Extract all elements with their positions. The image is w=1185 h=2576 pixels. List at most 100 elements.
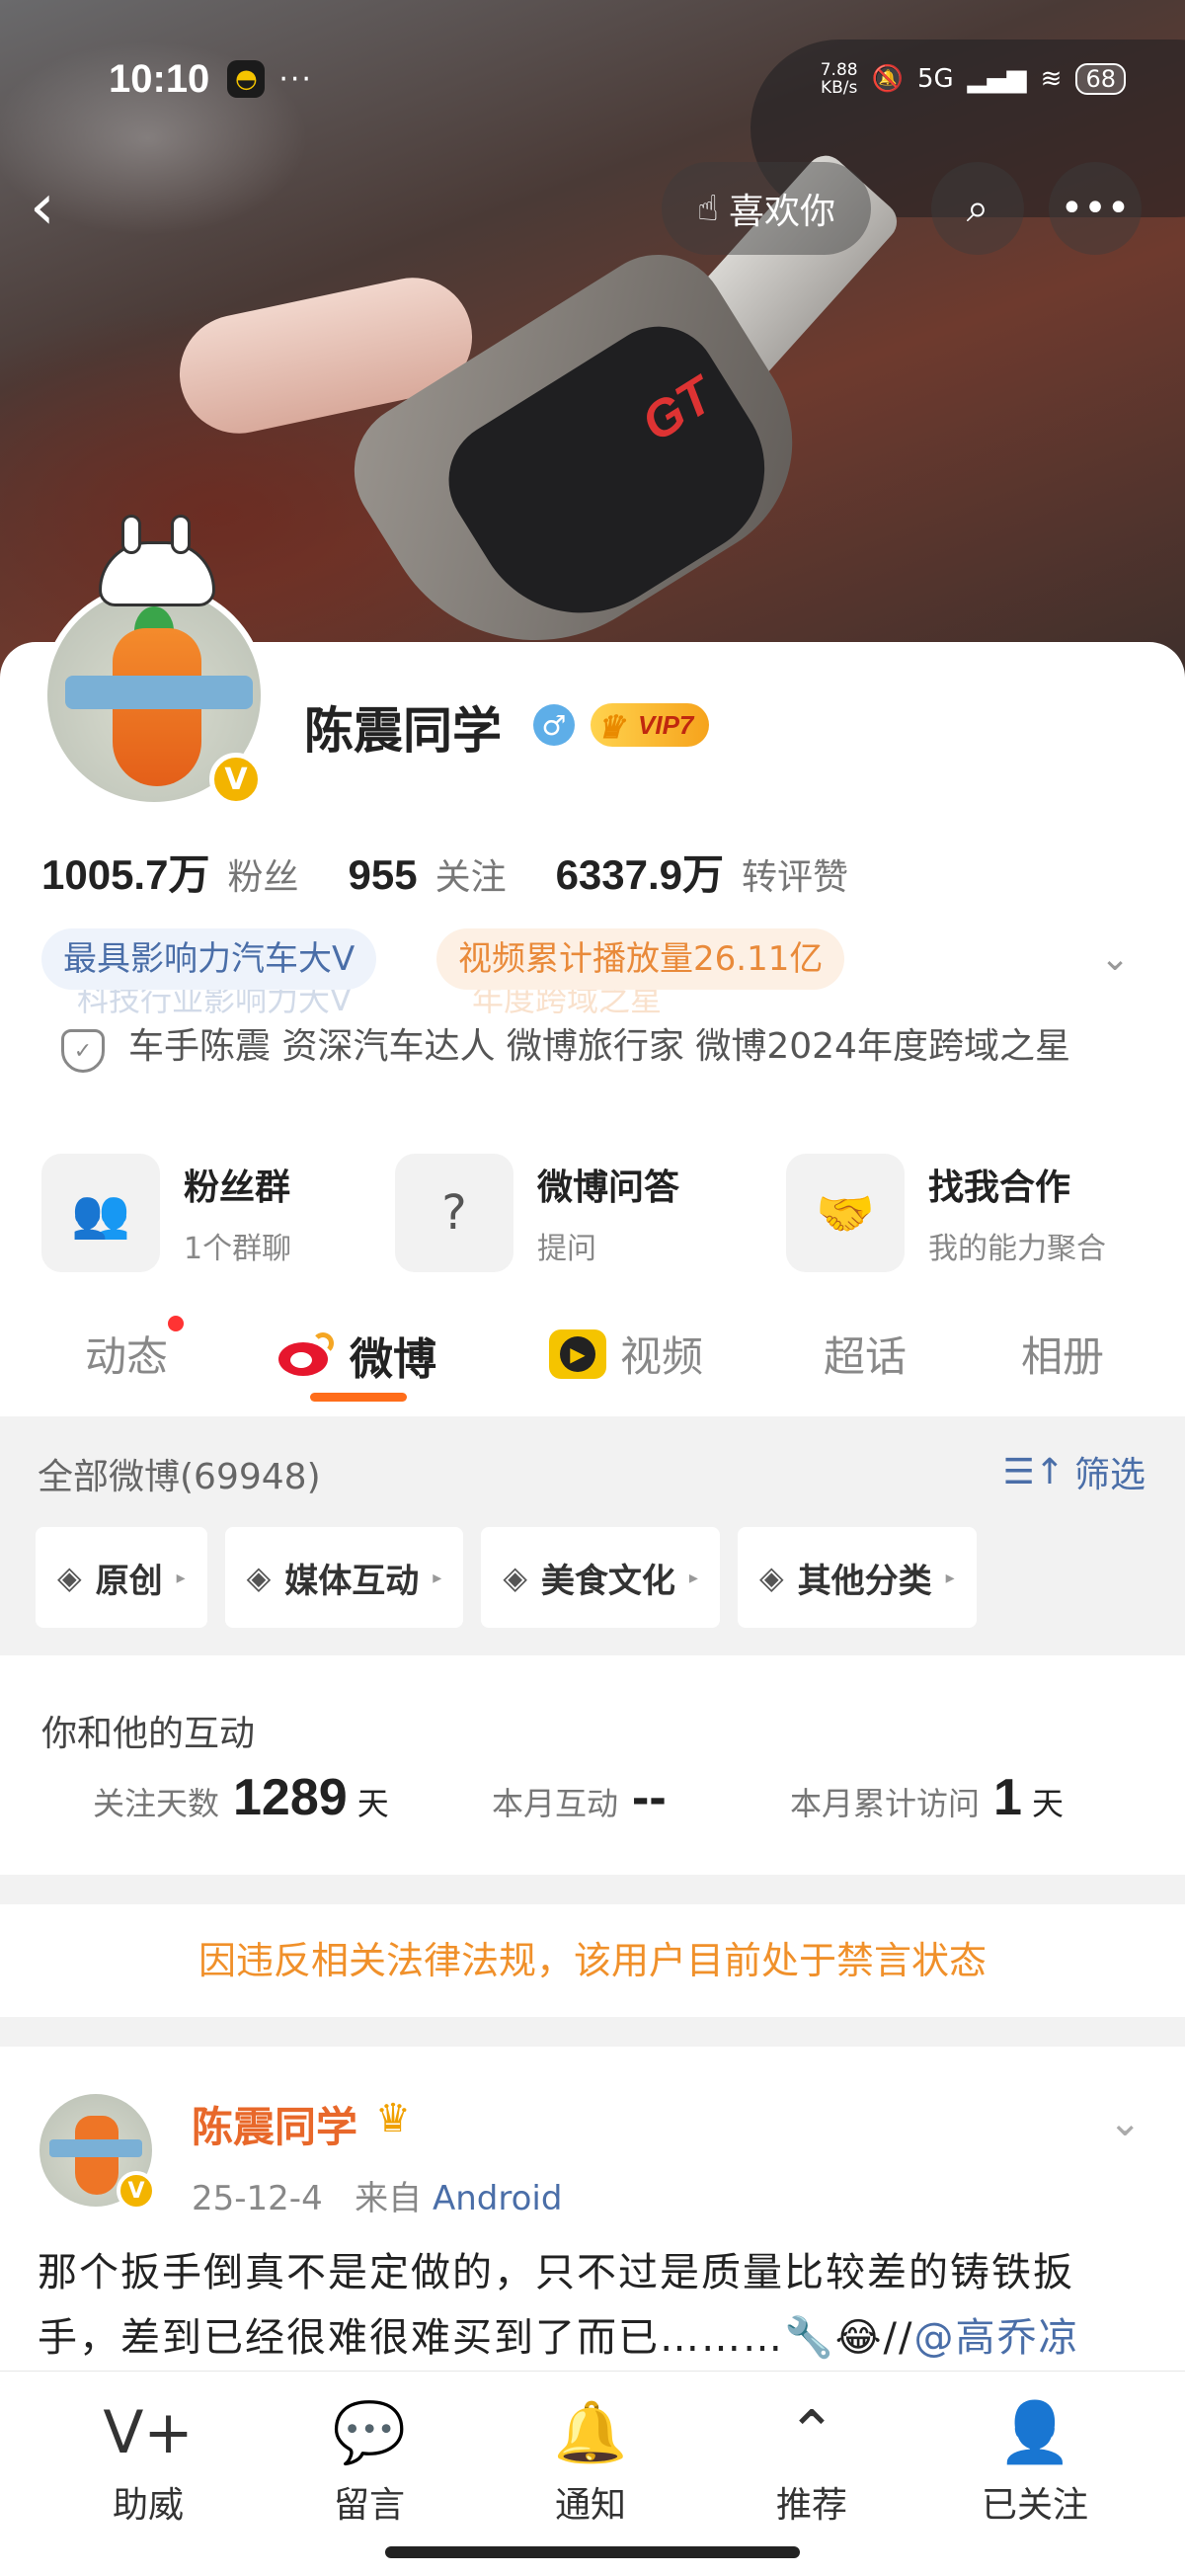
stat-value: 1005.7万 bbox=[41, 851, 210, 898]
tab-label: 视频 bbox=[620, 1332, 704, 1381]
interaction-panel: 你和他的互动 关注天数 1289 天 本月互动 -- 本月累计访问 1 天 bbox=[0, 1655, 1185, 1875]
vip-badge[interactable]: ♛ VIP7 bbox=[591, 703, 710, 747]
stat-label: 转评赞 bbox=[742, 857, 849, 898]
nav-followed[interactable]: 👤 已关注 bbox=[956, 2393, 1114, 2528]
network-type: 5G bbox=[916, 64, 954, 94]
chip-food[interactable]: ◈ 美食文化 ▸ bbox=[481, 1527, 720, 1628]
group-people-icon: 👥 bbox=[41, 1154, 160, 1272]
crown-icon: ♛ bbox=[375, 2096, 411, 2141]
chip-original[interactable]: ◈ 原创 ▸ bbox=[36, 1527, 207, 1628]
status-time: 10:10 bbox=[109, 56, 210, 101]
tab-super-topic[interactable]: 超话 bbox=[824, 1324, 907, 1384]
stat-followers[interactable]: 1005.7万 粉丝 bbox=[41, 842, 298, 902]
active-tab-indicator bbox=[310, 1393, 407, 1402]
banned-notice: 因违反相关法律法规，该用户目前处于禁言状态 bbox=[0, 1904, 1185, 2017]
unread-dot bbox=[168, 1316, 185, 1331]
search-button[interactable]: ⌕ bbox=[931, 162, 1024, 255]
profile-description: ✓ 车手陈震 资深汽车达人 微博旅行家 微博2024年度跨域之星 bbox=[61, 1021, 1108, 1073]
qa-entry[interactable]: ? 微博问答 提问 bbox=[395, 1154, 679, 1272]
home-indicator[interactable] bbox=[385, 2546, 800, 2558]
follow-days-unit: 天 bbox=[356, 1785, 389, 1822]
nav-recommend[interactable]: ⌃ 推荐 bbox=[733, 2393, 891, 2528]
nav-cheer[interactable]: V+ 助威 bbox=[69, 2393, 227, 2528]
month-visits: 本月累计访问 1 天 bbox=[790, 1768, 1064, 1827]
tab-label: 动态 bbox=[85, 1332, 169, 1381]
cheer-icon: V+ bbox=[103, 2398, 194, 2467]
profile-stats: 1005.7万 粉丝 955 关注 6337.9万 转评赞 bbox=[41, 842, 898, 902]
tab-label: 相册 bbox=[1021, 1332, 1105, 1381]
tab-video[interactable]: ▶ 视频 bbox=[549, 1324, 703, 1384]
stat-following[interactable]: 955 关注 bbox=[348, 848, 506, 900]
stat-label: 粉丝 bbox=[227, 857, 299, 898]
bell-plus-icon: 🔔 bbox=[553, 2398, 628, 2467]
nav-label: 通知 bbox=[554, 2485, 626, 2526]
post-from-label: 来自 bbox=[355, 2179, 423, 2218]
tab-album[interactable]: 相册 bbox=[1021, 1324, 1104, 1384]
chip-label: 原创 bbox=[95, 1561, 163, 1601]
tag-video-plays[interactable]: 视频累计播放量26.11亿 bbox=[436, 928, 845, 990]
chip-media[interactable]: ◈ 媒体互动 ▸ bbox=[224, 1527, 464, 1628]
battery-icon: 68 bbox=[1075, 63, 1126, 95]
fan-group-entry[interactable]: 👥 粉丝群 1个群聊 bbox=[41, 1154, 291, 1272]
interaction-heading: 你和他的互动 bbox=[41, 1714, 256, 1754]
filter-icon: ☰↑ bbox=[1002, 1451, 1065, 1492]
mute-icon: 🔕 bbox=[871, 64, 904, 94]
bunny-ear-right bbox=[171, 515, 191, 554]
follow-days-label: 关注天数 bbox=[93, 1785, 220, 1822]
entry-subtitle: 我的能力聚合 bbox=[928, 1232, 1106, 1266]
weibo-logo-icon bbox=[278, 1332, 336, 1378]
post-date: 25-12-4 bbox=[192, 2179, 323, 2218]
nav-notify[interactable]: 🔔 通知 bbox=[512, 2393, 670, 2528]
chip-other[interactable]: ◈ 其他分类 ▸ bbox=[737, 1527, 977, 1628]
bottom-nav: V+ 助威 💬 留言 🔔 通知 ⌃ 推荐 👤 已关注 bbox=[0, 2371, 1185, 2576]
crown-icon: ♛ bbox=[596, 709, 625, 745]
handshake-icon: 🤝 bbox=[786, 1154, 905, 1272]
post-menu-chevron-icon[interactable]: ⌄ bbox=[1108, 2100, 1142, 2145]
cooperation-entry[interactable]: 🤝 找我合作我的能力聚合 bbox=[786, 1154, 1106, 1272]
back-button[interactable]: ‹ bbox=[30, 168, 89, 247]
month-interaction-value: -- bbox=[632, 1769, 667, 1826]
network-speed-value: 7.88 bbox=[820, 60, 858, 80]
tag-influence[interactable]: 最具影响力汽车大V bbox=[41, 928, 377, 990]
profile-tabs: 动态 微博 ▶ 视频 超话 相册 bbox=[0, 1304, 1185, 1412]
caret-right-icon: ▸ bbox=[176, 1567, 186, 1588]
follow-days-value: 1289 bbox=[233, 1769, 348, 1826]
tab-label: 超话 bbox=[824, 1332, 908, 1381]
tab-activity[interactable]: 动态 bbox=[85, 1316, 185, 1384]
filter-label: 筛选 bbox=[1073, 1455, 1146, 1495]
description-text: 车手陈震 资深汽车达人 微博旅行家 微博2024年度跨域之星 bbox=[128, 1026, 1070, 1067]
more-button[interactable]: ••• bbox=[1049, 162, 1142, 255]
entry-title: 找我合作 bbox=[928, 1167, 1071, 1208]
layers-icon: ◈ bbox=[503, 1559, 527, 1596]
expand-chevron-icon[interactable]: ⌄ bbox=[1100, 941, 1144, 977]
filter-button[interactable]: ☰↑ 筛选 bbox=[1003, 1446, 1146, 1497]
entry-subtitle: 1个群聊 bbox=[184, 1232, 292, 1266]
tab-weibo[interactable]: 微博 bbox=[278, 1324, 436, 1387]
status-more-dots: ··· bbox=[278, 61, 313, 97]
weibo-post[interactable]: V 陈震同学 ♛ 25-12-4 来自 Android ⌄ 那个扳手倒真不是定做… bbox=[0, 2047, 1185, 2373]
network-speed: 7.88 KB/s bbox=[821, 61, 858, 97]
divider bbox=[0, 1875, 1185, 1904]
nav-label: 留言 bbox=[333, 2485, 405, 2526]
chat-icon: 💬 bbox=[332, 2398, 407, 2467]
stat-likes[interactable]: 6337.9万 转评赞 bbox=[556, 842, 848, 902]
interaction-row: 关注天数 1289 天 本月互动 -- 本月累计访问 1 天 bbox=[93, 1768, 1120, 1847]
month-visits-value: 1 bbox=[993, 1769, 1022, 1826]
month-visits-label: 本月累计访问 bbox=[790, 1785, 981, 1822]
profile-name: 陈震同学 bbox=[304, 702, 502, 760]
wifi-icon: ≋ bbox=[1040, 64, 1063, 94]
month-interaction-label: 本月互动 bbox=[492, 1785, 619, 1822]
post-author[interactable]: 陈震同学 bbox=[192, 2094, 357, 2154]
stat-value: 6337.9万 bbox=[555, 851, 725, 898]
like-you-button[interactable]: ☝ 喜欢你 bbox=[662, 162, 871, 255]
nav-message[interactable]: 💬 留言 bbox=[290, 2393, 448, 2528]
up-circle-icon: ⌃ bbox=[786, 2398, 837, 2467]
nav-label: 助威 bbox=[112, 2485, 184, 2526]
post-mention[interactable]: @高乔凉 bbox=[914, 2315, 1080, 2361]
stat-label: 关注 bbox=[434, 857, 507, 898]
signal-icon: ▂▄▆ bbox=[967, 64, 1027, 94]
more-dots-icon: ••• bbox=[1060, 186, 1131, 231]
chip-label: 媒体互动 bbox=[284, 1561, 420, 1601]
divider bbox=[0, 2017, 1185, 2047]
post-source[interactable]: Android bbox=[433, 2179, 562, 2218]
